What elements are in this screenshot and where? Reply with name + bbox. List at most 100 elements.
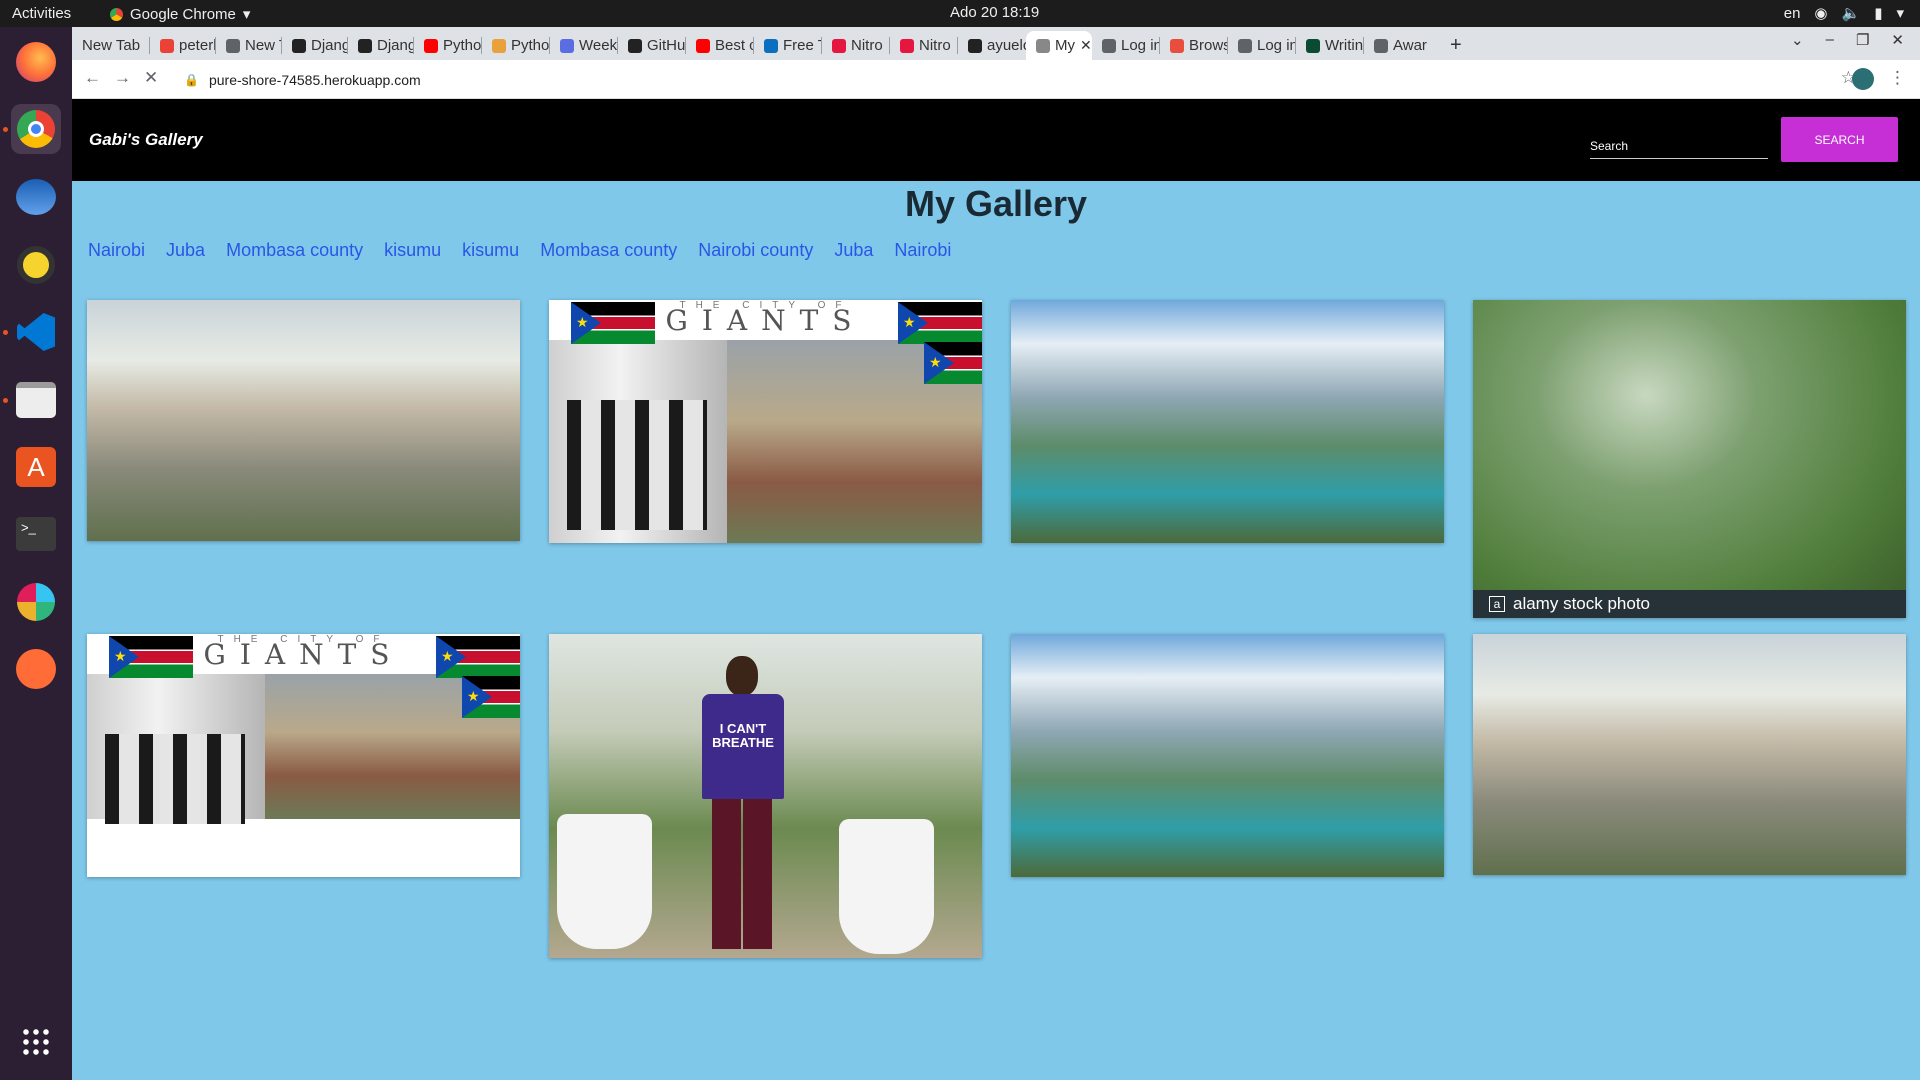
omnibox[interactable]: 🔒 pure-shore-74585.herokuapp.com ☆ bbox=[180, 65, 1880, 94]
shirt-text: I CAN'T BREATHE bbox=[702, 694, 784, 799]
language-indicator[interactable]: en bbox=[1784, 5, 1801, 22]
browser-tab[interactable]: New Tab bbox=[72, 31, 150, 60]
browser-tab[interactable]: Nitro bbox=[890, 31, 958, 60]
power-menu-icon: ▾ bbox=[1896, 5, 1904, 22]
gallery-card[interactable]: I CAN'T BREATHE bbox=[549, 634, 982, 958]
browser-tab[interactable]: peterl bbox=[150, 31, 216, 60]
search-field-wrap bbox=[1590, 123, 1768, 159]
back-icon[interactable]: ← bbox=[84, 68, 101, 88]
vscode-icon[interactable] bbox=[11, 307, 61, 357]
files-icon[interactable] bbox=[11, 375, 61, 425]
browser-tab[interactable]: Djang bbox=[348, 31, 414, 60]
tab-label: New Tab bbox=[82, 37, 141, 54]
new-tab-plus-icon[interactable]: + bbox=[1440, 31, 1462, 60]
firefox-icon[interactable] bbox=[11, 37, 61, 87]
site-navbar: Gabi's Gallery SEARCH bbox=[72, 99, 1920, 181]
menu-kebab-icon[interactable]: ⋮ bbox=[1889, 68, 1906, 88]
profile-avatar[interactable] bbox=[1852, 68, 1874, 90]
close-tab-icon[interactable]: ✕ bbox=[1080, 37, 1092, 54]
postman-icon[interactable] bbox=[11, 644, 61, 694]
browser-tab[interactable]: Awar bbox=[1364, 31, 1432, 60]
site-brand[interactable]: Gabi's Gallery bbox=[89, 130, 203, 150]
restore-icon[interactable]: ❐ bbox=[1856, 31, 1869, 49]
dock: A >_ bbox=[0, 27, 72, 1080]
tab-label: Pytho bbox=[443, 37, 482, 54]
browser-tab[interactable]: Log in bbox=[1092, 31, 1160, 60]
south-sudan-flag-icon bbox=[109, 636, 193, 678]
location-link[interactable]: Mombasa county bbox=[226, 240, 363, 261]
rhythmbox-icon[interactable] bbox=[11, 240, 61, 290]
browser-tab[interactable]: ayuelc bbox=[958, 31, 1026, 60]
browser-tab[interactable]: Pytho bbox=[414, 31, 482, 60]
tab-favicon-icon bbox=[968, 38, 982, 53]
caret-down-icon: ▾ bbox=[242, 6, 251, 23]
gallery-card[interactable] bbox=[1011, 634, 1444, 877]
location-link[interactable]: Nairobi county bbox=[698, 240, 813, 261]
slack-icon[interactable] bbox=[11, 577, 61, 627]
tab-label: ayuelc bbox=[987, 37, 1026, 54]
tab-favicon-icon bbox=[1374, 38, 1388, 53]
location-link[interactable]: Mombasa county bbox=[540, 240, 677, 261]
browser-tab[interactable]: Pytho bbox=[482, 31, 550, 60]
browser-tab[interactable]: New Tab bbox=[216, 31, 282, 60]
browser-tab[interactable]: Brows bbox=[1160, 31, 1228, 60]
gallery-card[interactable]: THE CITY OF GIANTS bbox=[549, 300, 982, 543]
app-menu[interactable]: Google Chrome ▾ bbox=[110, 5, 250, 23]
tab-active[interactable]: My ✕ bbox=[1026, 31, 1092, 60]
clock[interactable]: Ado 20 18:19 bbox=[950, 4, 1039, 21]
browser-tab[interactable]: Writin bbox=[1296, 31, 1364, 60]
browser-tab[interactable]: Best c bbox=[686, 31, 754, 60]
tab-label: Awar bbox=[1393, 37, 1427, 54]
system-tray[interactable]: en ◉ 🔈 ▮ ▾ bbox=[1784, 4, 1904, 23]
search-button[interactable]: SEARCH bbox=[1781, 117, 1898, 162]
browser-tab[interactable]: Djang bbox=[282, 31, 348, 60]
tab-label: Djang bbox=[311, 37, 348, 54]
tab-search-icon[interactable]: ⌄ bbox=[1791, 31, 1804, 49]
south-sudan-flag-icon bbox=[924, 342, 982, 384]
stop-loading-icon[interactable]: ✕ bbox=[144, 68, 158, 88]
gallery-card[interactable]: a alamy stock photo bbox=[1473, 300, 1906, 618]
models-figures bbox=[105, 734, 245, 824]
activities-button[interactable]: Activities bbox=[12, 5, 71, 22]
search-input[interactable] bbox=[1590, 123, 1768, 158]
tab-label: New Tab bbox=[245, 37, 282, 54]
south-sudan-flag-icon bbox=[436, 636, 520, 678]
browser-tab[interactable]: Nitro bbox=[822, 31, 890, 60]
location-link[interactable]: Juba bbox=[166, 240, 205, 261]
watermark-text: alamy stock photo bbox=[1513, 594, 1651, 613]
chrome-dock-icon[interactable] bbox=[11, 104, 61, 154]
gallery-card[interactable] bbox=[1473, 634, 1906, 875]
forward-icon[interactable]: → bbox=[114, 68, 131, 88]
terminal-icon[interactable]: >_ bbox=[11, 509, 61, 559]
location-link[interactable]: Nairobi bbox=[88, 240, 145, 261]
gallery-card[interactable] bbox=[87, 300, 520, 541]
wifi-icon: ◉ bbox=[1814, 5, 1828, 22]
software-center-icon[interactable]: A bbox=[11, 442, 61, 492]
tab-label: Djang bbox=[377, 37, 414, 54]
thunderbird-icon[interactable] bbox=[11, 172, 61, 222]
tab-favicon-icon bbox=[424, 38, 438, 53]
location-link[interactable]: Juba bbox=[834, 240, 873, 261]
minimize-icon[interactable]: – bbox=[1826, 31, 1834, 49]
browser-tab[interactable]: GitHu bbox=[618, 31, 686, 60]
running-indicator bbox=[3, 127, 8, 132]
nairobi-skyline-photo bbox=[1473, 634, 1906, 875]
tab-favicon-icon bbox=[1306, 38, 1320, 53]
white-vase bbox=[839, 819, 934, 954]
location-link[interactable]: Nairobi bbox=[894, 240, 951, 261]
location-link[interactable]: kisumu bbox=[462, 240, 519, 261]
tab-label: Writin bbox=[1325, 37, 1364, 54]
close-window-icon[interactable]: ✕ bbox=[1891, 31, 1904, 49]
tab-favicon-icon bbox=[832, 38, 846, 53]
tab-label: Week bbox=[579, 37, 618, 54]
tab-favicon-icon bbox=[160, 38, 174, 53]
gallery-card[interactable]: THE CITY OF GIANTS bbox=[87, 634, 520, 877]
tab-label: peterl bbox=[179, 37, 216, 54]
browser-tab[interactable]: Free T bbox=[754, 31, 822, 60]
tab-favicon-icon bbox=[492, 38, 506, 53]
gallery-card[interactable] bbox=[1011, 300, 1444, 543]
browser-tab[interactable]: Week bbox=[550, 31, 618, 60]
show-apps-icon[interactable] bbox=[11, 1017, 61, 1067]
location-link[interactable]: kisumu bbox=[384, 240, 441, 261]
browser-tab[interactable]: Log in bbox=[1228, 31, 1296, 60]
